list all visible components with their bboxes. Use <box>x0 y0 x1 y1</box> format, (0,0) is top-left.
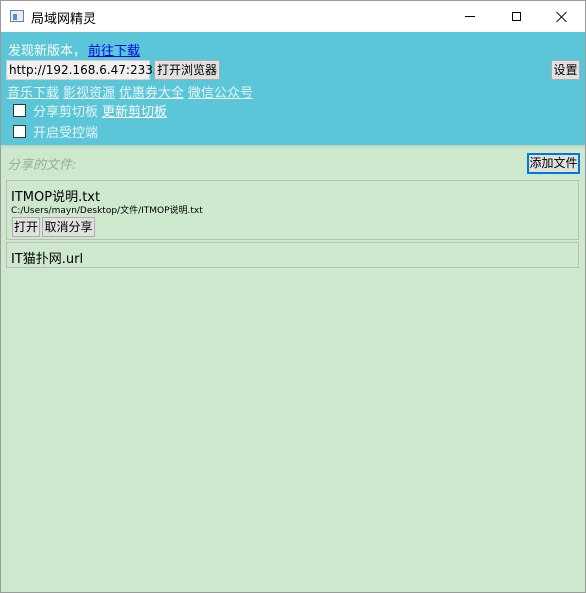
maximize-button[interactable] <box>493 1 539 32</box>
coupons-link[interactable]: 优惠券大全 <box>119 86 184 101</box>
title-bar[interactable]: 局域网精灵 <box>1 1 585 32</box>
open-file-button[interactable]: 打开 <box>12 217 40 237</box>
shared-files-label: 分享的文件: <box>7 158 77 173</box>
app-window-icon <box>10 10 24 22</box>
music-download-link[interactable]: 音乐下载 <box>7 86 59 101</box>
window-title: 局域网精灵 <box>31 12 97 27</box>
shared-file-item: ITMOP说明.txt C:/Users/mayn/Desktop/文件/ITM… <box>6 180 579 240</box>
app-window: 局域网精灵 发现新版本， 前往下载 http://192.168.6.47:23… <box>0 0 586 593</box>
minimize-button[interactable] <box>447 1 493 32</box>
open-browser-button[interactable]: 打开浏览器 <box>154 60 220 80</box>
add-file-button[interactable]: 添加文件 <box>527 153 580 174</box>
close-icon <box>556 11 568 23</box>
settings-button[interactable]: 设置 <box>551 60 580 80</box>
unshare-file-button[interactable]: 取消分享 <box>42 217 95 237</box>
resource-links: 音乐下载 影视资源 优惠券大全 微信公众号 <box>7 82 257 101</box>
remote-control-label: 开启受控端 <box>33 125 99 141</box>
server-url-field[interactable]: http://192.168.6.47:2333 <box>6 60 161 80</box>
remote-control-checkbox[interactable] <box>13 124 26 138</box>
header-divider <box>1 145 585 149</box>
wechat-account-link[interactable]: 微信公众号 <box>188 86 253 101</box>
maximize-icon <box>511 12 521 21</box>
update-notice: 发现新版本， <box>8 44 87 59</box>
share-clipboard-label: 分享剪切板 <box>33 104 99 120</box>
refresh-clipboard-link[interactable]: 更新剪切板 <box>102 101 167 120</box>
minimize-icon <box>465 16 475 17</box>
share-clipboard-checkbox[interactable] <box>13 103 26 117</box>
shared-file-item: IT猫扑网.url <box>6 242 579 268</box>
video-resources-link[interactable]: 影视资源 <box>63 86 115 101</box>
close-button[interactable] <box>539 1 585 32</box>
file-name: IT猫扑网.url <box>11 252 84 267</box>
share-clipboard-row: 分享剪切板 更新剪切板 <box>13 101 167 120</box>
remote-control-row: 开启受控端 <box>13 122 99 141</box>
header-panel: 发现新版本， 前往下载 http://192.168.6.47:2333 打开浏… <box>1 32 585 145</box>
file-path: C:/Users/mayn/Desktop/文件/ITMOP说明.txt <box>11 206 203 216</box>
download-link[interactable]: 前往下载 <box>88 40 140 59</box>
